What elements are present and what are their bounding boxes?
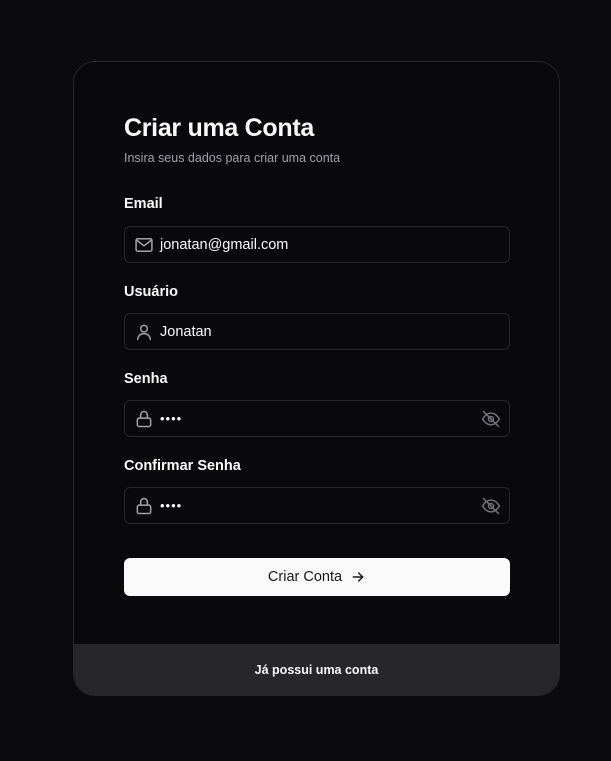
- card-footer: Já possui uma conta: [74, 644, 559, 695]
- confirm-password-field[interactable]: ••••: [124, 487, 510, 524]
- password-field[interactable]: ••••: [124, 400, 510, 437]
- lock-icon: [133, 495, 155, 517]
- confirm-password-label: Confirmar Senha: [124, 458, 241, 474]
- mail-icon: [133, 234, 155, 256]
- lock-icon: [133, 408, 155, 430]
- email-field[interactable]: jonatan@gmail.com: [124, 226, 510, 263]
- page-subtitle: Insira seus dados para criar uma conta: [124, 151, 341, 165]
- create-account-label: Criar Conta: [267, 569, 343, 585]
- username-value: Jonatan: [160, 323, 212, 340]
- page-title: Criar uma Conta: [124, 114, 314, 142]
- email-value: jonatan@gmail.com: [160, 236, 289, 253]
- username-label: Usuário: [124, 284, 178, 300]
- username-field[interactable]: Jonatan: [124, 313, 510, 350]
- password-value: ••••: [160, 411, 183, 426]
- user-icon: [133, 321, 155, 343]
- email-label: Email: [124, 196, 163, 212]
- confirm-password-value: ••••: [160, 498, 183, 513]
- eye-off-icon[interactable]: [480, 495, 502, 517]
- create-account-button[interactable]: Criar Conta: [124, 558, 510, 596]
- eye-off-icon[interactable]: [480, 408, 502, 430]
- password-label: Senha: [124, 371, 168, 387]
- login-link[interactable]: Já possui uma conta: [255, 663, 379, 677]
- arrow-right-icon: [350, 569, 366, 585]
- signup-card: Criar uma Conta Insira seus dados para c…: [73, 61, 560, 696]
